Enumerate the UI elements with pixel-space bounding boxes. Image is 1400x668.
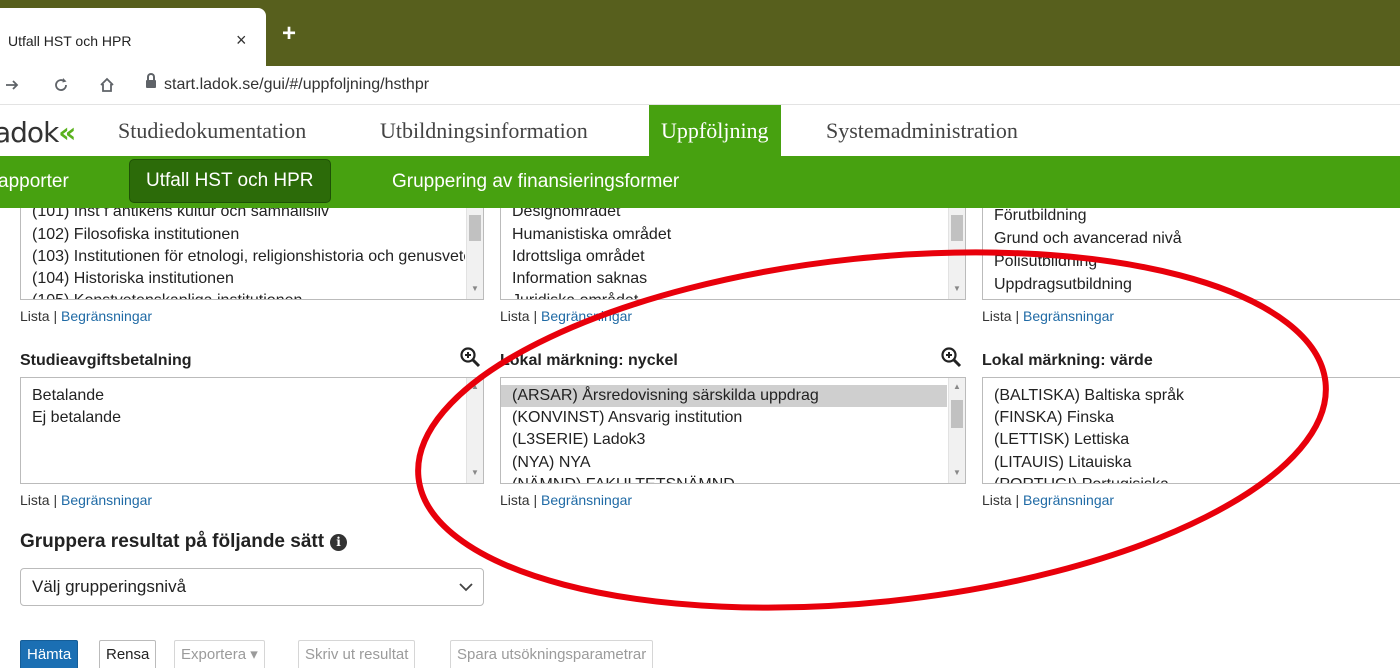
nav-systemadministration[interactable]: Systemadministration xyxy=(814,105,1030,157)
nav-uppfoljning[interactable]: Uppföljning xyxy=(649,105,781,157)
list-item[interactable]: Humanistiska området xyxy=(501,224,947,246)
list-item[interactable]: (PORTUGI) Portugisiska xyxy=(983,474,1400,483)
subnav-overlay: apporter Utfall HST och HPR Gruppering a… xyxy=(0,156,1400,208)
subnav-rapporter-label[interactable]: apporter xyxy=(0,156,69,208)
list-item[interactable]: (L3SERIE) Ladok3 xyxy=(501,429,947,451)
list-item[interactable]: (LITAUIS) Litauiska xyxy=(983,452,1400,474)
list-item[interactable]: Betalande xyxy=(21,385,465,407)
studieavgift-listbox[interactable]: Betalande Ej betalande ▲ ▼ xyxy=(20,377,484,484)
list-item[interactable]: Juridiska området xyxy=(501,290,947,299)
list-item[interactable]: (NYA) NYA xyxy=(501,452,947,474)
print-results-button[interactable]: Skriv ut resultat xyxy=(298,640,416,668)
chevron-down-icon xyxy=(459,583,473,592)
address-bar[interactable]: start.ladok.se/gui/#/uppfoljning/hsthpr xyxy=(164,76,429,94)
browser-tab-title: Utfall HST och HPR xyxy=(8,33,132,49)
listbox-scrollbar[interactable]: ▲ ▼ xyxy=(948,378,965,483)
nyckel-listbox[interactable]: (ARSAR) Årsredovisning särskilda uppdrag… xyxy=(500,377,966,484)
list-item[interactable]: Förutbildning xyxy=(983,205,1400,227)
studieavgift-label: Studieavgiftsbetalning xyxy=(20,352,192,369)
zoom-in-icon[interactable] xyxy=(459,346,481,368)
studieavgift-list-links: Lista | Begränsningar xyxy=(20,492,153,508)
nyckel-label: Lokal märkning: nyckel xyxy=(500,352,678,369)
grouping-select[interactable]: Välj grupperingsnivå xyxy=(20,568,484,606)
zoom-in-icon[interactable] xyxy=(940,346,962,368)
grouping-select-value: Välj grupperingsnivå xyxy=(32,577,187,596)
arrow-right-icon[interactable] xyxy=(4,77,20,93)
grouping-title: Gruppera resultat på följande sätt i xyxy=(20,531,348,553)
browser-tabstrip: Utfall HST och HPR × + xyxy=(0,0,1400,66)
info-icon[interactable]: i xyxy=(330,534,348,551)
subnav-utfall-hst-hpr-label[interactable]: Utfall HST och HPR xyxy=(129,159,331,203)
list-item[interactable]: Grund och avancerad nivå xyxy=(983,228,1400,250)
new-tab-icon[interactable]: + xyxy=(282,20,296,48)
institution-listbox[interactable]: (101) Inst f antikens kultur och samhäll… xyxy=(20,196,484,300)
list-item[interactable]: (LETTISK) Lettiska xyxy=(983,429,1400,451)
list-item[interactable]: Uppdragsutbildning xyxy=(983,274,1400,296)
level-listbox[interactable]: Förutbildning Grund och avancerad nivå P… xyxy=(982,196,1400,300)
begransningar-link[interactable]: Begränsningar xyxy=(1023,492,1114,508)
lista-link[interactable]: Lista xyxy=(982,308,1012,324)
clear-button[interactable]: Rensa xyxy=(99,640,157,668)
list-item[interactable]: (FINSKA) Finska xyxy=(983,407,1400,429)
save-params-button[interactable]: Spara utsökningsparametrar xyxy=(450,640,654,668)
listbox-scrollbar[interactable]: ▼ xyxy=(948,197,965,299)
nav-studiedokumentation[interactable]: Studiedokumentation xyxy=(106,105,318,157)
reload-icon[interactable] xyxy=(52,76,70,94)
subnav-gruppering-label[interactable]: Gruppering av finansieringsformer xyxy=(392,156,679,208)
list-item[interactable]: (105) Konstvetenskapliga institutionen xyxy=(21,290,465,299)
close-tab-icon[interactable]: × xyxy=(236,30,247,51)
begransningar-link[interactable]: Begränsningar xyxy=(1023,308,1114,324)
begransningar-link[interactable]: Begränsningar xyxy=(541,492,632,508)
area-list-links: Lista | Begränsningar xyxy=(500,308,633,324)
lista-link[interactable]: Lista xyxy=(500,308,530,324)
list-item[interactable]: Information saknas xyxy=(501,268,947,290)
lock-icon xyxy=(146,73,156,90)
listbox-scrollbar[interactable]: ▲ ▼ xyxy=(466,378,483,483)
list-item[interactable]: (102) Filosofiska institutionen xyxy=(21,224,465,246)
list-item[interactable]: (104) Historiska institutionen xyxy=(21,268,465,290)
app-header: adok« Studiedokumentation Utbildningsinf… xyxy=(0,104,1400,157)
varde-list-links: Lista | Begränsningar xyxy=(982,492,1115,508)
begransningar-link[interactable]: Begränsningar xyxy=(61,492,152,508)
begransningar-link[interactable]: Begränsningar xyxy=(61,308,152,324)
list-item[interactable]: (103) Institutionen för etnologi, religi… xyxy=(21,246,465,268)
lista-link[interactable]: Lista xyxy=(500,492,530,508)
list-item[interactable]: Ej betalande xyxy=(21,407,465,429)
list-item-selected[interactable]: (ARSAR) Årsredovisning särskilda uppdrag xyxy=(501,385,947,407)
varde-label: Lokal märkning: värde xyxy=(982,352,1153,369)
list-item[interactable]: (BALTISKA) Baltiska språk xyxy=(983,385,1400,407)
lista-link[interactable]: Lista xyxy=(20,492,50,508)
home-icon[interactable] xyxy=(98,76,116,94)
listbox-scrollbar[interactable]: ▼ xyxy=(466,197,483,299)
list-item[interactable]: (KONVINST) Ansvarig institution xyxy=(501,407,947,429)
browser-toolbar: start.ladok.se/gui/#/uppfoljning/hsthpr xyxy=(0,66,1400,104)
export-button[interactable]: Exportera ▾ xyxy=(174,640,265,668)
list-item[interactable]: (NÄMND) FAKULTETSNÄMND xyxy=(501,474,947,483)
ladok-logo[interactable]: adok« xyxy=(0,116,76,149)
nav-utbildningsinformation[interactable]: Utbildningsinformation xyxy=(368,105,600,157)
list-item[interactable]: Idrottsliga området xyxy=(501,246,947,268)
lista-link[interactable]: Lista xyxy=(20,308,50,324)
browser-tab[interactable]: Utfall HST och HPR × xyxy=(0,8,266,66)
area-listbox[interactable]: Designområdet Humanistiska området Idrot… xyxy=(500,196,966,300)
nyckel-list-links: Lista | Begränsningar xyxy=(500,492,633,508)
fetch-button[interactable]: Hämta xyxy=(20,640,79,668)
lista-link[interactable]: Lista xyxy=(982,492,1012,508)
institution-list-links: Lista | Begränsningar xyxy=(20,308,153,324)
screen: Utfall HST och HPR × + start.ladok.se/gu… xyxy=(0,0,1400,668)
level-list-links: Lista | Begränsningar xyxy=(982,308,1115,324)
begransningar-link[interactable]: Begränsningar xyxy=(541,308,632,324)
varde-listbox[interactable]: (BALTISKA) Baltiska språk (FINSKA) Finsk… xyxy=(982,377,1400,484)
list-item[interactable]: Polisutbildning xyxy=(983,251,1400,273)
